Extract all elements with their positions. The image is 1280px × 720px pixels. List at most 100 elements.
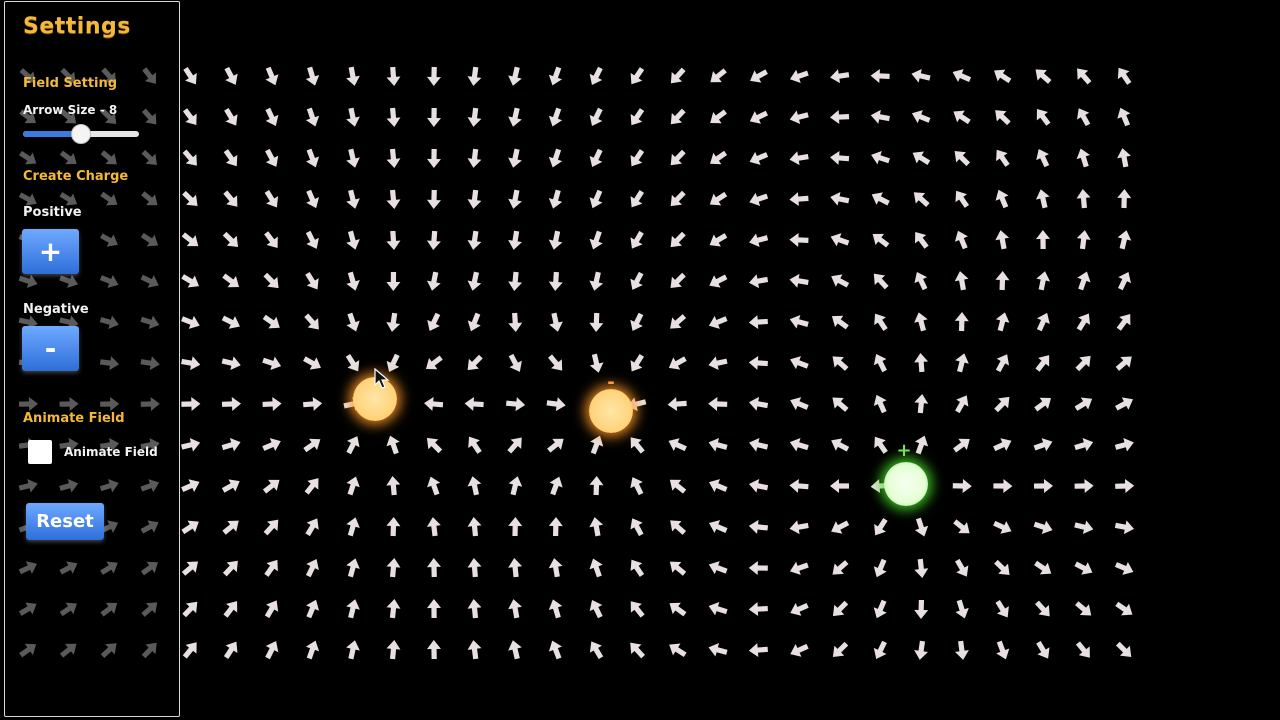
field-arrow <box>1033 520 1053 534</box>
reset-button[interactable]: Reset <box>26 503 104 540</box>
field-arrow <box>548 558 563 578</box>
field-arrow <box>424 396 444 411</box>
field-arrow <box>1118 271 1131 291</box>
field-arrow <box>955 599 969 619</box>
field-arrow <box>508 599 522 619</box>
animate-field-heading: Animate Field <box>23 411 125 426</box>
field-arrow <box>789 273 809 288</box>
field-arrow <box>873 394 887 414</box>
field-arrow <box>708 561 728 575</box>
field-arrow <box>669 643 687 658</box>
field-arrow <box>508 353 522 372</box>
field-arrow <box>873 273 889 290</box>
field-arrow <box>914 312 928 332</box>
field-arrow <box>630 190 645 208</box>
field-arrow <box>1076 230 1091 250</box>
field-arrow <box>464 396 484 411</box>
field-arrow <box>709 191 728 206</box>
field-canvas[interactable] <box>0 0 1280 720</box>
field-arrow <box>181 274 200 288</box>
animate-field-checkbox[interactable] <box>28 440 52 464</box>
field-arrow <box>386 599 401 619</box>
field-arrow <box>709 520 728 534</box>
field-arrow <box>873 640 887 659</box>
field-arrow <box>630 601 645 618</box>
field-arrow <box>830 233 850 247</box>
field-arrow <box>1036 271 1051 291</box>
field-arrow <box>589 66 603 85</box>
field-arrow <box>748 602 768 617</box>
field-arrow <box>748 315 768 330</box>
field-arrow <box>790 356 809 370</box>
field-arrow <box>911 68 931 83</box>
field-arrow <box>789 438 809 452</box>
field-arrow <box>1033 438 1053 452</box>
field-arrow <box>222 560 238 577</box>
field-arrow <box>830 69 850 84</box>
field-arrow <box>953 519 970 534</box>
field-arrow <box>832 600 849 617</box>
field-arrow <box>508 476 523 496</box>
field-arrow <box>265 641 279 660</box>
field-arrow <box>789 69 809 83</box>
field-arrow <box>467 558 482 578</box>
field-arrow <box>630 559 645 577</box>
negative-charge-2[interactable] <box>589 389 633 433</box>
field-arrow <box>914 231 929 249</box>
field-arrow <box>386 476 401 496</box>
add-negative-charge-button[interactable]: - <box>22 326 79 371</box>
field-arrow <box>346 517 360 537</box>
field-arrow <box>955 190 970 208</box>
field-arrow <box>668 356 687 370</box>
field-arrow <box>789 314 809 329</box>
field-arrow <box>305 107 320 127</box>
field-arrow <box>954 230 968 250</box>
field-arrow <box>750 69 768 83</box>
field-arrow <box>547 438 564 453</box>
field-arrow <box>182 642 197 659</box>
field-arrow <box>548 354 563 371</box>
field-arrow <box>748 643 768 658</box>
field-arrow <box>262 356 282 370</box>
field-arrow <box>304 313 319 330</box>
field-arrow <box>830 110 850 125</box>
field-arrow <box>426 517 441 537</box>
field-arrow <box>181 520 199 535</box>
field-arrow <box>994 396 1010 413</box>
field-arrow <box>748 519 769 534</box>
field-arrow <box>508 189 522 209</box>
slider-thumb[interactable] <box>71 124 91 144</box>
field-arrow <box>789 478 809 493</box>
field-arrow <box>590 435 604 455</box>
field-arrow <box>221 396 241 411</box>
field-arrow <box>386 230 401 250</box>
field-arrow <box>264 189 279 208</box>
field-arrow <box>265 148 279 167</box>
field-arrow <box>1075 601 1092 616</box>
field-arrow <box>790 602 809 616</box>
field-arrow <box>549 312 563 332</box>
field-arrow <box>1115 356 1132 371</box>
field-arrow <box>262 479 280 494</box>
field-arrow <box>630 67 645 85</box>
field-arrow <box>1035 230 1050 250</box>
field-arrow <box>467 476 482 496</box>
field-arrow <box>182 108 197 126</box>
positive-charge-1[interactable] <box>884 462 928 506</box>
field-arrow <box>710 68 727 83</box>
arrow-size-slider[interactable] <box>23 124 139 144</box>
field-arrow <box>1036 148 1050 168</box>
field-arrow <box>748 396 769 411</box>
field-arrow <box>508 640 522 660</box>
field-arrow <box>995 599 1009 618</box>
field-arrow <box>508 271 523 291</box>
field-arrow <box>994 69 1012 84</box>
field-arrow <box>832 397 849 412</box>
field-arrow <box>670 314 687 329</box>
field-arrow <box>1035 600 1050 617</box>
field-arrow <box>426 437 443 454</box>
field-arrow <box>630 312 644 331</box>
field-arrow <box>304 478 319 495</box>
add-positive-charge-button[interactable]: + <box>22 229 79 274</box>
field-arrow <box>749 437 769 452</box>
